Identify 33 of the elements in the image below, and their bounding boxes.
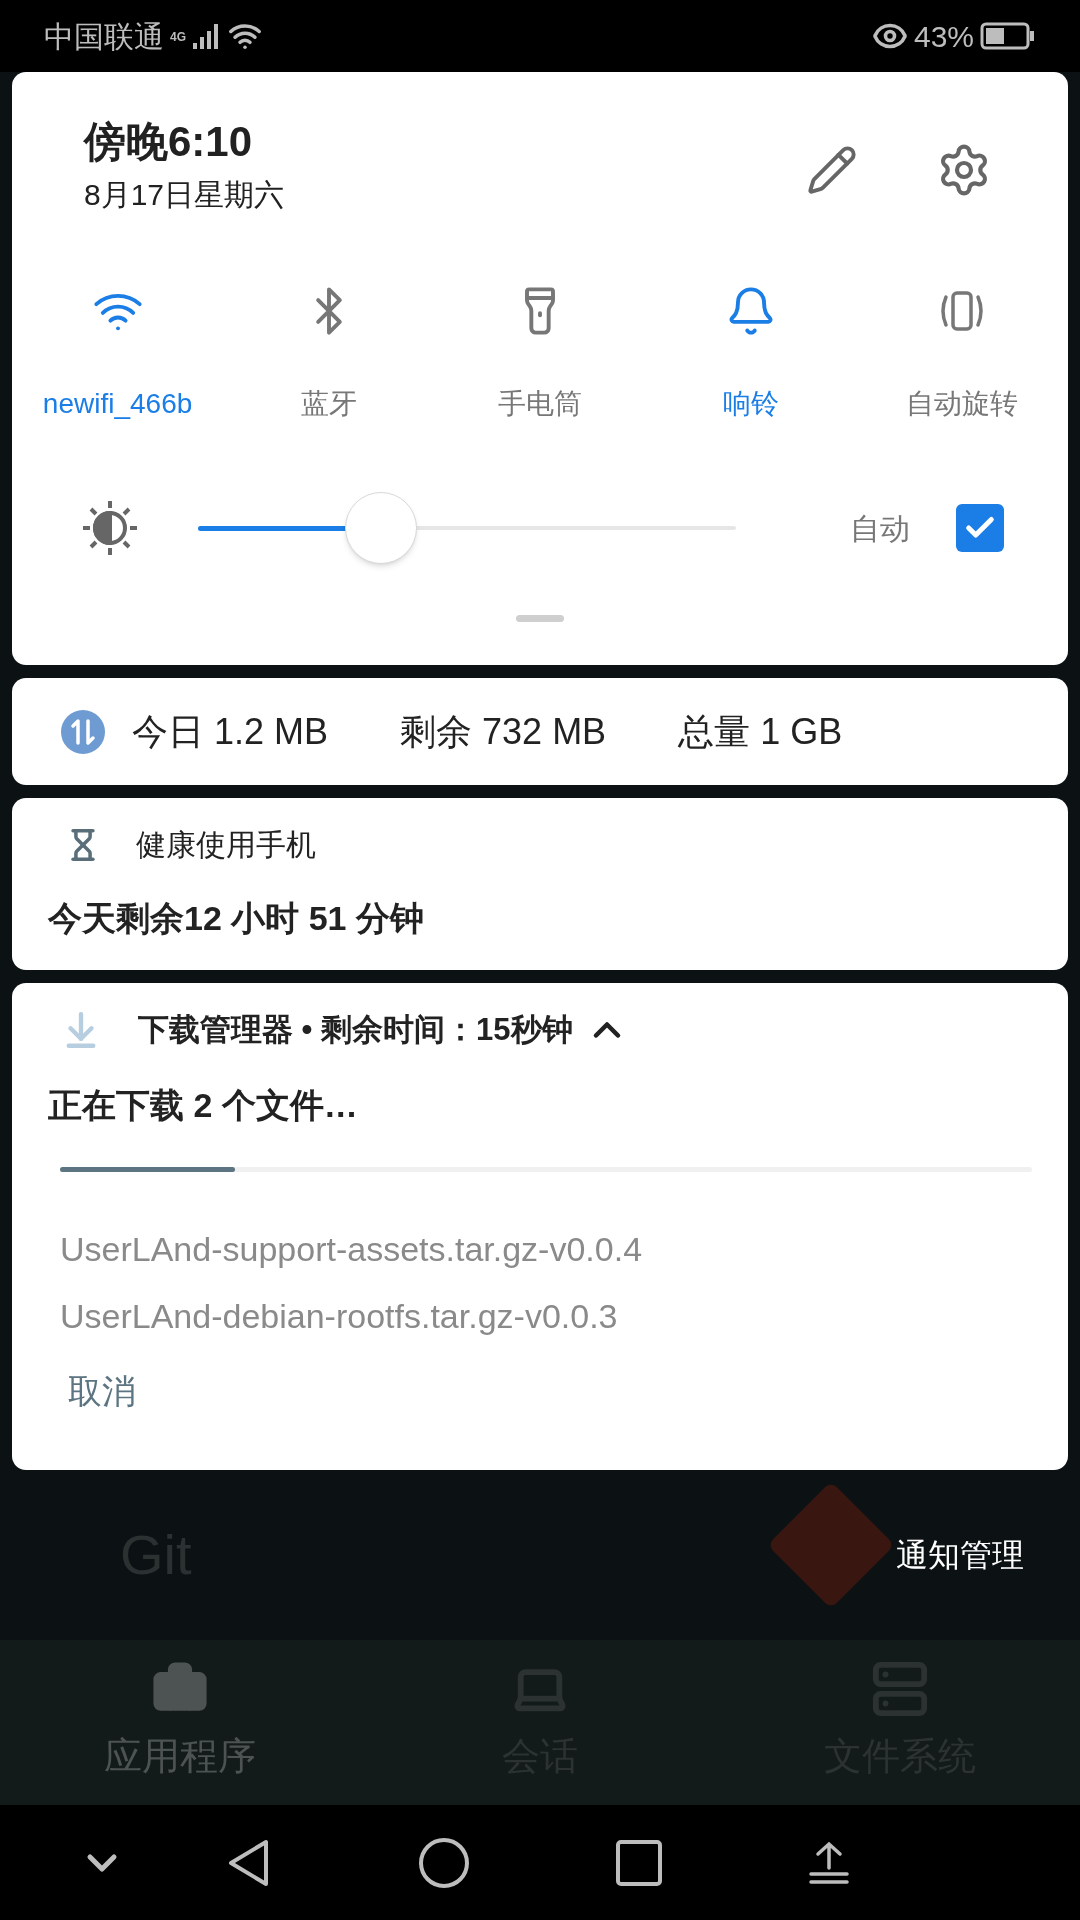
notification-app-name: 健康使用手机: [136, 827, 316, 863]
notification-text: 今天剩余12 小时 51 分钟: [48, 898, 425, 939]
file-name: UserLAnd-debian-rootfs.tar.gz-v0.0.3: [60, 1295, 619, 1337]
notification-manage-button[interactable]: 通知管理: [888, 1525, 1032, 1585]
data-total: 总量 1 GB: [678, 709, 843, 754]
data-remaining: 剩余 732 MB: [400, 709, 607, 754]
clock-time: 傍晚6:10: [84, 117, 254, 167]
notification-title: 正在下载 2 个文件…: [48, 1084, 359, 1126]
toggle-label: 自动旋转: [906, 387, 1019, 421]
date-text: 8月17日星期六: [84, 177, 285, 213]
drag-handle[interactable]: [516, 615, 564, 622]
carrier-name: 中国联通: [44, 18, 164, 55]
bottom-tab[interactable]: 应用程序: [0, 1640, 360, 1805]
battery-icon: [980, 22, 1036, 50]
upload-button[interactable]: [808, 1839, 850, 1886]
auto-brightness-label: 自动: [850, 510, 910, 547]
toggle-label: newifi_466b: [42, 387, 193, 421]
file-name: UserLAnd-support-assets.tar.gz-v0.0.4: [60, 1228, 644, 1270]
toggle-label: 响铃: [723, 387, 780, 421]
recents-button[interactable]: [616, 1839, 662, 1886]
notification-app-name: 下载管理器 • 剩余时间：15秒钟: [138, 1011, 573, 1049]
home-button[interactable]: [418, 1836, 470, 1889]
auto-brightness-checkbox[interactable]: [956, 504, 1004, 552]
data-transfer-icon: [60, 708, 106, 755]
brightness-icon: [80, 498, 140, 558]
battery-percent: 43%: [913, 18, 974, 55]
server-icon: [871, 1660, 929, 1718]
brightness-slider[interactable]: [198, 491, 736, 565]
cancel-button[interactable]: 取消: [68, 1365, 136, 1417]
toggle-label: 手电筒: [498, 387, 582, 421]
toggle-label: 蓝牙: [300, 387, 357, 421]
data-today: 今日 1.2 MB: [132, 709, 329, 754]
network-type: 4G: [170, 28, 186, 46]
